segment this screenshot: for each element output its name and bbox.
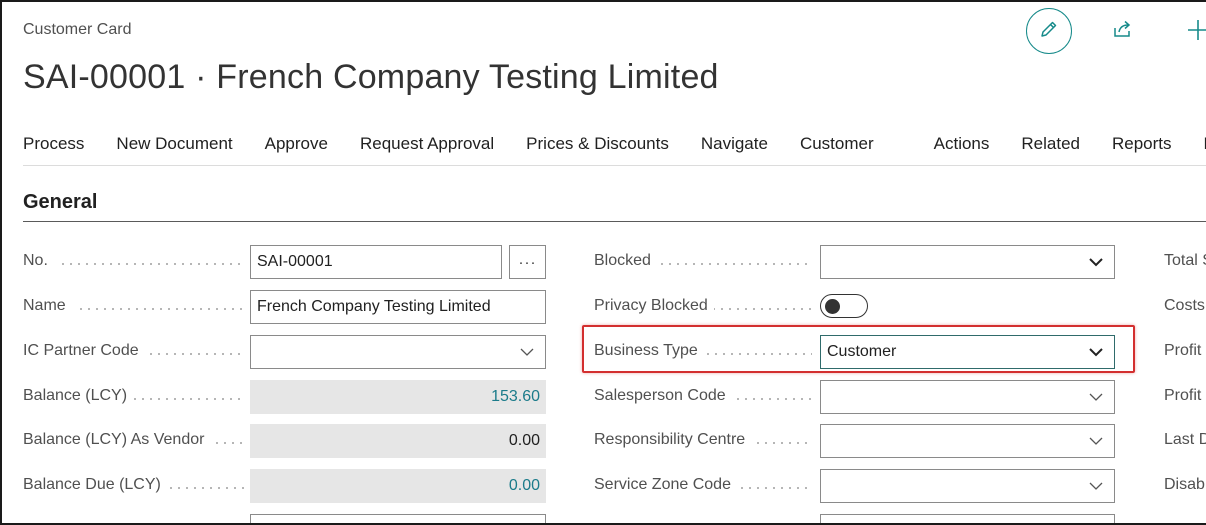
balance-due-lcy-value[interactable]: 0.00 bbox=[250, 469, 546, 503]
name-field[interactable]: French Company Testing Limited bbox=[250, 290, 546, 324]
customer-card-page: Customer Card SAI-00001 · French Company… bbox=[0, 0, 1206, 525]
action-customer[interactable]: Customer bbox=[800, 134, 874, 154]
action-bar: Process New Document Approve Request App… bbox=[23, 122, 1206, 166]
new-button[interactable] bbox=[1186, 16, 1206, 44]
action-navigate[interactable]: Navigate bbox=[701, 134, 768, 154]
plus-icon bbox=[1186, 20, 1206, 44]
field-label-balance-due-lcy: Balance Due (LCY) bbox=[23, 476, 245, 494]
chevron-down-icon bbox=[1088, 434, 1104, 453]
no-assist-button[interactable]: ··· bbox=[509, 245, 546, 279]
field-label-last-date: Last D bbox=[1164, 431, 1206, 448]
action-approve[interactable]: Approve bbox=[265, 134, 328, 154]
next-field-partial[interactable] bbox=[250, 514, 546, 523]
field-label-service-zone-code: Service Zone Code bbox=[594, 476, 812, 494]
section-divider bbox=[23, 221, 1206, 222]
chevron-down-icon bbox=[1088, 479, 1104, 498]
action-new-document[interactable]: New Document bbox=[116, 134, 232, 154]
ic-partner-code-select[interactable] bbox=[250, 335, 546, 369]
responsibility-centre-select[interactable] bbox=[820, 424, 1115, 458]
action-related[interactable]: Related bbox=[1021, 134, 1080, 154]
field-label-privacy-blocked: Privacy Blocked bbox=[594, 297, 812, 315]
action-process[interactable]: Process bbox=[23, 134, 84, 154]
field-label-salesperson-code: Salesperson Code bbox=[594, 387, 812, 405]
breadcrumb: Customer Card bbox=[23, 21, 132, 38]
field-label-profit: Profit bbox=[1164, 342, 1202, 359]
action-prices-discounts[interactable]: Prices & Discounts bbox=[526, 134, 669, 154]
share-icon bbox=[1112, 18, 1134, 45]
edit-button[interactable] bbox=[1026, 8, 1072, 54]
chevron-down-icon bbox=[519, 345, 535, 364]
field-label-ic-partner-code: IC Partner Code bbox=[23, 342, 245, 360]
field-label-no: No. bbox=[23, 252, 245, 270]
balance-lcy-vendor-value: 0.00 bbox=[250, 424, 546, 458]
field-label-total-sales: Total S bbox=[1164, 252, 1206, 269]
toggle-knob bbox=[825, 298, 840, 314]
field-label-responsibility-centre: Responsibility Centre bbox=[594, 431, 812, 449]
chevron-down-icon bbox=[1088, 255, 1104, 274]
privacy-blocked-toggle[interactable] bbox=[820, 294, 868, 318]
action-actions[interactable]: Actions bbox=[934, 134, 990, 154]
field-label-blocked: Blocked bbox=[594, 252, 812, 270]
service-zone-code-select[interactable] bbox=[820, 469, 1115, 503]
balance-lcy-value[interactable]: 153.60 bbox=[250, 380, 546, 414]
field-label-costs: Costs bbox=[1164, 297, 1205, 314]
section-title-general[interactable]: General bbox=[23, 191, 97, 214]
pencil-icon bbox=[1039, 19, 1059, 44]
chevron-down-icon bbox=[1088, 390, 1104, 409]
action-reports[interactable]: Reports bbox=[1112, 134, 1172, 154]
field-label-name: Name bbox=[23, 297, 245, 315]
action-request-approval[interactable]: Request Approval bbox=[360, 134, 494, 154]
next-middle-field-partial[interactable] bbox=[820, 514, 1115, 523]
share-button[interactable] bbox=[1110, 18, 1136, 44]
field-label-profit-percent: Profit bbox=[1164, 387, 1202, 404]
salesperson-code-select[interactable] bbox=[820, 380, 1115, 414]
blocked-select[interactable] bbox=[820, 245, 1115, 279]
page-title: SAI-00001 · French Company Testing Limit… bbox=[23, 58, 719, 96]
field-label-disable: Disab bbox=[1164, 476, 1205, 493]
field-label-balance-lcy-vendor: Balance (LCY) As Vendor bbox=[23, 431, 245, 449]
no-field[interactable]: SAI-00001 bbox=[250, 245, 502, 279]
field-label-balance-lcy: Balance (LCY) bbox=[23, 387, 245, 405]
